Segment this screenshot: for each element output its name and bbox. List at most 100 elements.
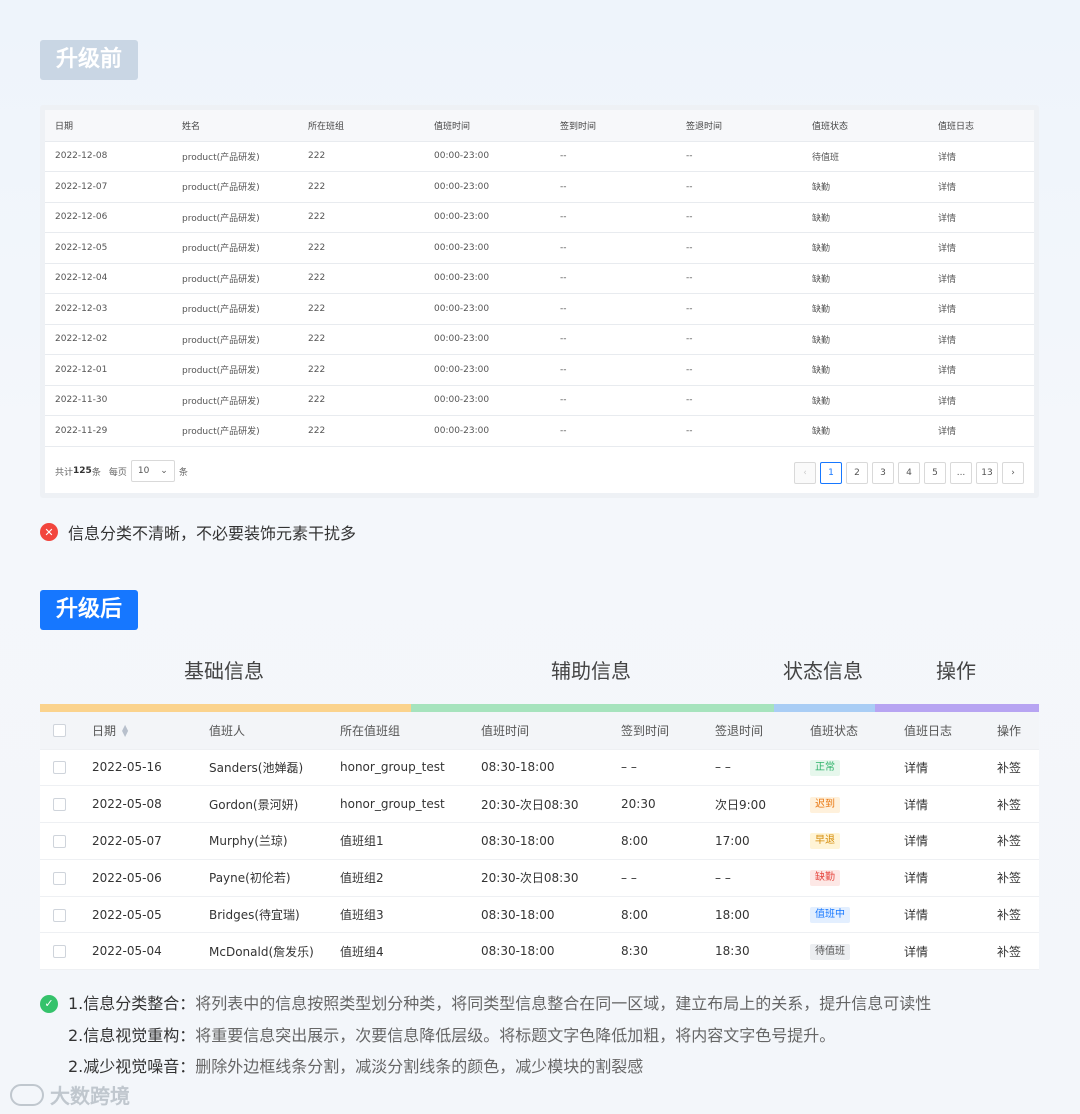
row-checkbox[interactable]	[53, 798, 66, 812]
old-table-cell: --	[676, 202, 802, 233]
header-checkin: 签到时间	[621, 712, 715, 750]
row-checkbox[interactable]	[53, 761, 66, 775]
badge-before: 升级前	[40, 40, 139, 80]
old-table-cell: 2022-12-05	[45, 232, 172, 264]
table-row: 2022-05-16 Sanders(池婵磊) honor_group_test 08…	[40, 749, 1039, 787]
detail-link[interactable]: 详情	[928, 171, 1034, 203]
old-table-row: 2022-12-04 product(产品研发) 222 00:00-23:00 -- -…	[45, 263, 1034, 294]
detail-link[interactable]: 详情	[904, 859, 997, 897]
row-select-cell	[40, 896, 92, 934]
detail-link[interactable]: 详情	[928, 263, 1034, 294]
old-table-cell: 待值班	[802, 141, 928, 172]
cell-status: 正常	[810, 749, 904, 787]
page-button[interactable]: 13	[976, 462, 998, 484]
old-table-cell: 222	[298, 263, 424, 294]
detail-link[interactable]: 详情	[928, 415, 1034, 447]
old-table-row: 2022-11-30 product(产品研发) 222 00:00-23:00 -- -…	[45, 385, 1034, 416]
old-table-row: 2022-12-03 product(产品研发) 222 00:00-23:00 -- -…	[45, 293, 1034, 325]
note-text: 将重要信息突出展示，次要信息降低层级。将标题文字色降低加粗，将内容文字色号提升。	[195, 1025, 836, 1045]
old-table-cell: product(产品研发)	[172, 385, 298, 416]
prev-page-button[interactable]: ‹	[794, 462, 816, 484]
detail-link[interactable]: 详情	[928, 232, 1034, 264]
detail-link[interactable]: 详情	[928, 202, 1034, 233]
old-table-cell: --	[676, 415, 802, 447]
select-all-checkbox[interactable]	[53, 724, 66, 738]
new-table: 日期 ▲ ▼ 值班人 所在值班组 值班时间 签到时间 签退时间 值班状态 值班日志 …	[40, 712, 1039, 971]
resign-link[interactable]: 补签	[997, 859, 1039, 897]
old-table-cell: product(产品研发)	[172, 415, 298, 447]
detail-link[interactable]: 详情	[928, 385, 1034, 416]
cell-time: 20:30-次日08:30	[481, 785, 621, 824]
detail-link[interactable]: 详情	[904, 932, 997, 971]
header-date[interactable]: 日期 ▲ ▼	[92, 712, 209, 750]
old-table-cell: 2022-12-01	[45, 354, 172, 386]
old-table-cell: 00:00-23:00	[424, 293, 550, 325]
status-badge: 值班中	[810, 907, 850, 924]
detail-link[interactable]: 详情	[904, 785, 997, 824]
watermark: 大数跨境	[10, 1080, 130, 1109]
page-ellipsis[interactable]: ...	[950, 462, 972, 484]
page-button[interactable]: 5	[924, 462, 946, 484]
old-table-cell: --	[550, 263, 676, 294]
chevron-right-icon: ›	[1011, 468, 1015, 478]
detail-link[interactable]: 详情	[904, 896, 997, 934]
watermark-text: 大数跨境	[50, 1084, 130, 1108]
cell-out: 次日9:00	[715, 785, 810, 824]
old-table-cell: 缺勤	[802, 202, 928, 233]
cell-person: Gordon(景河妍)	[209, 785, 340, 824]
resign-link[interactable]: 补签	[997, 822, 1039, 860]
detail-link[interactable]: 详情	[928, 141, 1034, 172]
row-checkbox[interactable]	[53, 834, 66, 848]
old-table-cell: 2022-12-04	[45, 263, 172, 294]
detail-link[interactable]: 详情	[928, 354, 1034, 386]
row-checkbox[interactable]	[53, 945, 66, 959]
row-checkbox[interactable]	[53, 908, 66, 922]
old-table-cell: --	[676, 385, 802, 416]
resign-link[interactable]: 补签	[997, 896, 1039, 934]
old-table-cell: 缺勤	[802, 263, 928, 294]
header-person: 值班人	[209, 712, 340, 750]
old-table-cell: --	[676, 293, 802, 325]
old-table-cell: 222	[298, 354, 424, 386]
cell-in: – –	[621, 859, 715, 897]
old-table-cell: 00:00-23:00	[424, 263, 550, 294]
resign-link[interactable]: 补签	[997, 749, 1039, 787]
detail-link[interactable]: 详情	[904, 749, 997, 787]
table-row: 2022-05-07 Murphy(兰琼) 值班组1 08:30-18:00 8:00 1…	[40, 822, 1039, 860]
old-header-cell: 签退时间	[676, 110, 802, 142]
old-table-cell: --	[550, 141, 676, 172]
page-size-select[interactable]: 10 ⌄	[130, 460, 175, 482]
before-note-text: 信息分类不清晰，不必要装饰元素干扰多	[68, 524, 357, 543]
old-table-cell: 222	[298, 385, 424, 416]
total-suffix: 条	[91, 467, 101, 478]
chevron-down-icon: ⌄	[160, 466, 168, 476]
old-table-cell: product(产品研发)	[172, 141, 298, 172]
old-table-cell: --	[676, 232, 802, 264]
old-header-cell: 签到时间	[550, 110, 676, 142]
page-button[interactable]: 4	[898, 462, 920, 484]
cell-out: – –	[715, 749, 810, 787]
sort-icon[interactable]: ▲ ▼	[122, 724, 128, 738]
page-button[interactable]: 3	[872, 462, 894, 484]
note-text: 删除外边框线条分割，减淡分割线条的颜色，减少模块的割裂感	[195, 1057, 644, 1076]
old-table-cell: 2022-12-03	[45, 293, 172, 325]
detail-link[interactable]: 详情	[928, 324, 1034, 355]
row-checkbox[interactable]	[53, 871, 66, 885]
cell-group: honor_group_test	[340, 785, 481, 824]
cell-group: 值班组3	[340, 896, 481, 934]
detail-link[interactable]: 详情	[904, 822, 997, 860]
old-header-cell: 所在班组	[298, 110, 424, 142]
resign-link[interactable]: 补签	[997, 932, 1039, 971]
page-button[interactable]: 2	[846, 462, 868, 484]
next-page-button[interactable]: ›	[1002, 462, 1024, 484]
old-table-cell: 2022-11-30	[45, 385, 172, 416]
page-button[interactable]: 1	[820, 462, 842, 484]
cell-group: honor_group_test	[340, 749, 481, 787]
check-icon: ✓	[40, 994, 58, 1013]
old-table-cell: 缺勤	[802, 385, 928, 416]
row-select-cell	[40, 822, 92, 860]
old-table-cell: --	[676, 263, 802, 294]
detail-link[interactable]: 详情	[928, 293, 1034, 325]
note-label: 2.减少视觉噪音：	[68, 1057, 196, 1076]
resign-link[interactable]: 补签	[997, 785, 1039, 824]
